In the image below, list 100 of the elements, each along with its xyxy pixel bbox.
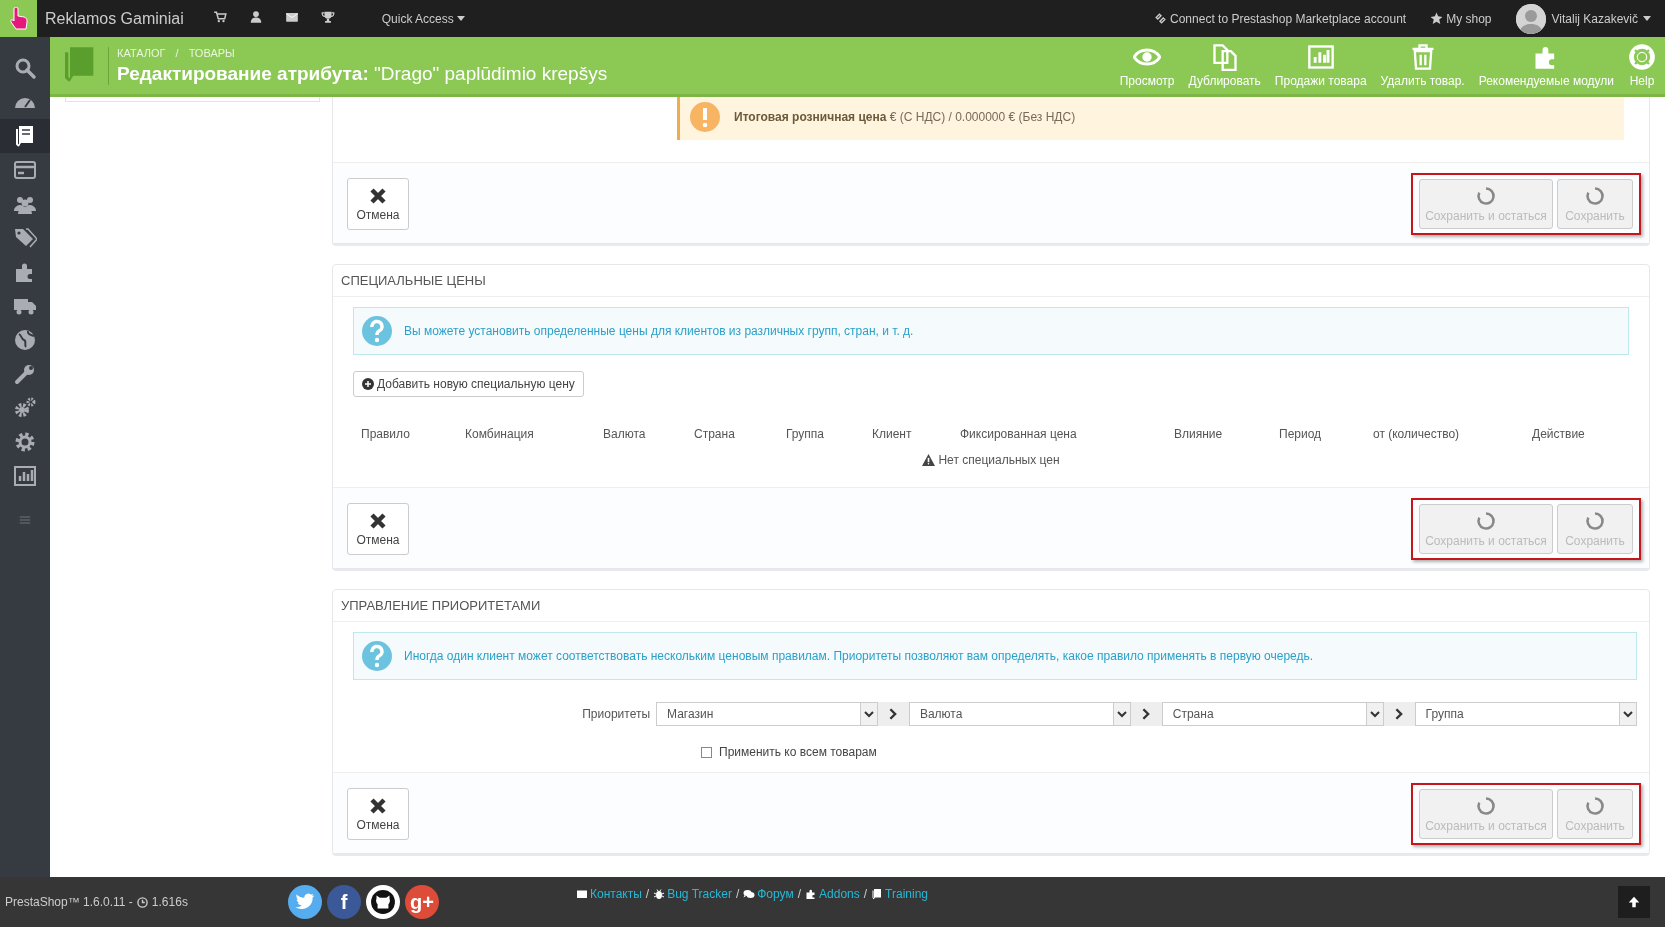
- checkbox-label[interactable]: Применить ко всем товарам: [719, 745, 877, 759]
- facebook-button[interactable]: f: [327, 885, 361, 919]
- scroll-top-button[interactable]: [1618, 886, 1650, 918]
- sidebar-item[interactable]: [0, 119, 50, 153]
- plus-circle-icon: [362, 378, 374, 390]
- star-icon: [1430, 12, 1444, 25]
- trophy-icon: [320, 10, 335, 24]
- breadcrumb-separator: /: [175, 46, 179, 59]
- column-header: Период: [1279, 427, 1323, 441]
- question-icon: [362, 641, 392, 671]
- copy-icon: [1210, 43, 1239, 71]
- warning-icon: [922, 454, 936, 466]
- column-header: Валюта: [603, 427, 647, 441]
- footer-link[interactable]: Контакты: [576, 887, 642, 901]
- column-header: Фиксированная цена: [960, 427, 1078, 441]
- panel-heading: УПРАВЛЕНИЕ ПРИОРИТЕТАМИ: [333, 590, 1649, 622]
- avatar[interactable]: [1515, 3, 1546, 34]
- chevron-down-icon: [1370, 710, 1381, 718]
- gear-icon: [13, 430, 37, 454]
- my-shop-link[interactable]: My shop: [1430, 11, 1492, 26]
- user-icon: [248, 10, 263, 24]
- spinner-icon: [1476, 795, 1496, 816]
- google-plus-button[interactable]: g+: [405, 885, 439, 919]
- cancel-button[interactable]: Отмена: [347, 503, 409, 555]
- info-text: Вы можете установить определенные цены для клиентов из различных групп, стран, и т. д.: [404, 324, 914, 338]
- caret-icon: [1643, 15, 1651, 22]
- footer-link[interactable]: Форум: [743, 887, 794, 901]
- bird-icon: [295, 893, 315, 911]
- priority-select[interactable]: Магазин: [656, 702, 879, 726]
- spinner-icon: [1476, 185, 1496, 206]
- version-text: PrestaShop™ 1.6.0.11 -: [5, 895, 133, 909]
- chevron-down-icon: [1117, 710, 1128, 718]
- credit-card-icon: [13, 158, 37, 182]
- caret-icon: [456, 15, 465, 22]
- priority-select[interactable]: Валюта: [908, 702, 1132, 726]
- cancel-button[interactable]: Отмена: [347, 788, 409, 840]
- info-text: Иногда один клиент может соответствовать нескольким ценовым правилам. Приоритеты позволяют вам определять, какое правило применять в первую очередь.: [404, 649, 1314, 663]
- column-header: Группа: [786, 427, 826, 441]
- wrench-icon: [13, 362, 37, 386]
- link-separator: /: [645, 887, 650, 901]
- search-icon: [13, 56, 37, 80]
- priority-select[interactable]: Страна: [1161, 702, 1385, 726]
- column-header: Клиент: [872, 427, 913, 441]
- chevron-right-icon: [1384, 702, 1415, 726]
- speech-bubbles-icon: [743, 888, 756, 900]
- add-special-price-button[interactable]: Добавить новую специальную цену: [353, 371, 584, 397]
- link-icon: [1154, 12, 1167, 25]
- github-button[interactable]: [366, 885, 400, 919]
- chevron-down-icon: [864, 710, 875, 718]
- marketplace-link[interactable]: Connect to Prestashop Marketplace account: [1154, 11, 1407, 26]
- column-header: от (количество): [1373, 427, 1461, 441]
- footer-link[interactable]: Addons: [805, 887, 860, 901]
- twitter-button[interactable]: [288, 885, 322, 919]
- column-header: Правило: [361, 427, 411, 441]
- link-separator: /: [735, 887, 740, 901]
- footer-link[interactable]: Bug Tracker: [653, 887, 732, 901]
- page-title: Редактирование атрибута: "Drago" paplūdimio krepšys: [117, 62, 608, 85]
- quick-access-dropdown[interactable]: Quick Access: [375, 10, 471, 27]
- gears-icon: [13, 396, 37, 420]
- envelope-icon: [576, 888, 588, 900]
- column-header: Страна: [694, 427, 736, 441]
- close-icon: [369, 796, 387, 815]
- priority-select[interactable]: Группа: [1414, 702, 1637, 726]
- footer-link[interactable]: Training: [871, 887, 928, 901]
- puzzle-icon: [805, 888, 818, 900]
- link-separator: /: [797, 887, 802, 901]
- spinner-icon: [1585, 510, 1605, 531]
- lifebuoy-icon: [1628, 43, 1656, 71]
- shop-name[interactable]: Reklamos Gaminiai: [45, 9, 184, 28]
- spinner-icon: [1476, 510, 1496, 531]
- globe-icon: [13, 328, 37, 352]
- book-icon: [871, 888, 884, 900]
- panel-heading: СПЕЦИАЛЬНЫЕ ЦЕНЫ: [333, 265, 1649, 297]
- cat-silhouette-icon: [370, 889, 396, 915]
- envelope-icon: [284, 10, 299, 24]
- exclamation-icon: [690, 102, 720, 132]
- link-separator: /: [863, 887, 868, 901]
- final-price-text: Итоговая розничная цена € (С НДС) / 0.000000 € (Без НДС): [734, 110, 1076, 124]
- close-icon: [369, 511, 387, 530]
- clock-icon: [136, 896, 148, 908]
- spinner-icon: [1585, 795, 1605, 816]
- column-header: Комбинация: [465, 427, 535, 441]
- load-time: 1.616s: [151, 895, 188, 909]
- chevron-right-icon: [878, 702, 909, 726]
- arrow-up-icon: [1627, 895, 1641, 909]
- bar-chart-icon: [13, 464, 37, 488]
- priorities-label: Приоритеты: [581, 707, 652, 721]
- user-menu[interactable]: Vitalij Kazakevič: [1551, 11, 1651, 26]
- chevron-right-icon: [1131, 702, 1162, 726]
- spinner-icon: [1585, 185, 1605, 206]
- column-header: Действие: [1532, 427, 1586, 441]
- empty-message: Нет специальных цен: [938, 453, 1060, 467]
- bug-icon: [653, 888, 666, 900]
- question-icon: [362, 316, 392, 346]
- tags-icon: [13, 226, 37, 250]
- checkbox[interactable]: [701, 746, 712, 758]
- cancel-button[interactable]: Отмена: [347, 178, 409, 230]
- hand-pointer-icon[interactable]: [7, 6, 30, 31]
- close-icon: [369, 186, 387, 205]
- column-header: Влияние: [1174, 427, 1224, 441]
